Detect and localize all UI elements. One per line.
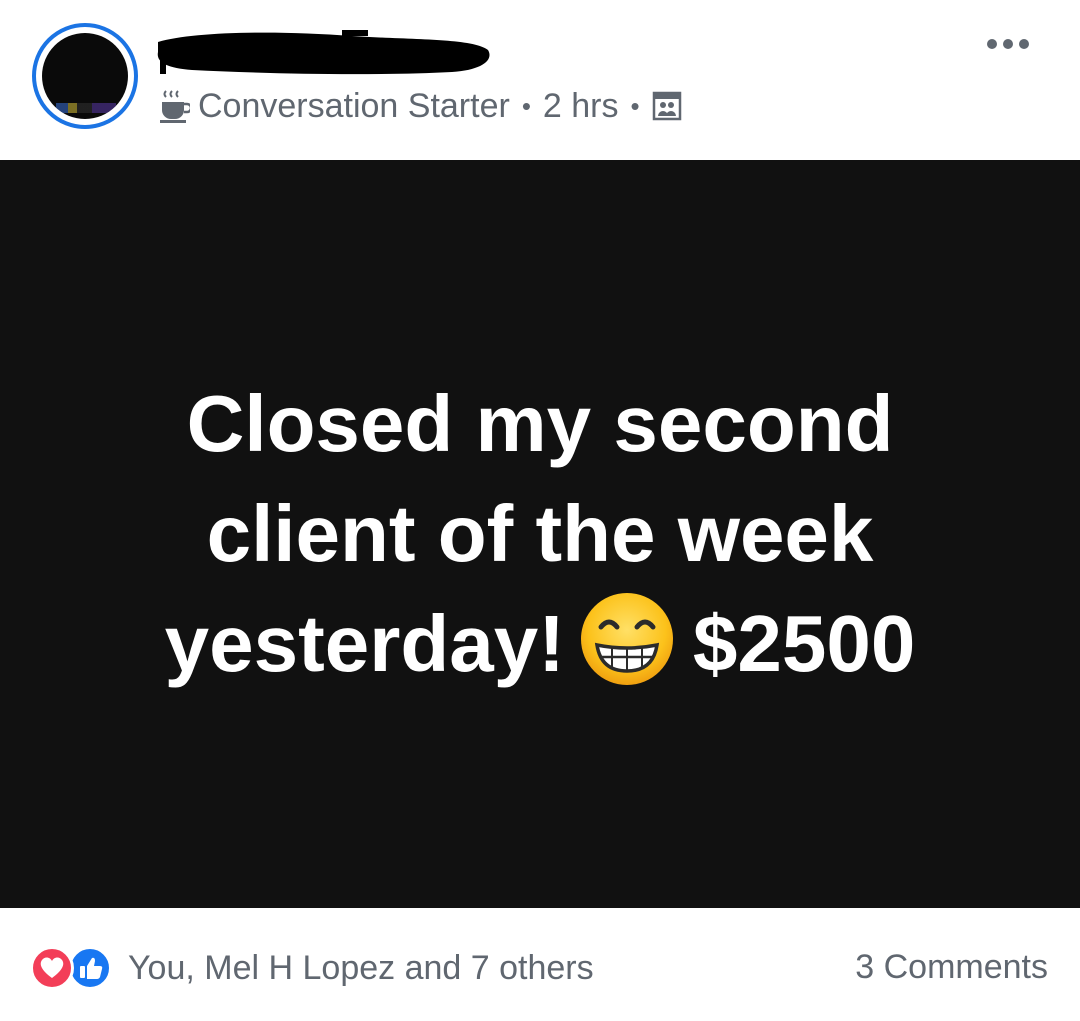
badge-label[interactable]: Conversation Starter <box>198 87 510 126</box>
separator-dot: • <box>630 90 640 121</box>
reactions-summary[interactable]: You, Mel H Lopez and 7 others <box>30 946 594 990</box>
post-footer: You, Mel H Lopez and 7 others 3 Comments <box>0 908 1080 1021</box>
post-card: Conversation Starter • 2 hrs • Closed my… <box>0 0 1080 1021</box>
status-line-1: Closed my second <box>186 379 894 468</box>
coffee-cup-icon <box>160 90 190 123</box>
profile-avatar-ring[interactable] <box>32 23 138 129</box>
post-meta: Conversation Starter • 2 hrs • <box>158 84 682 128</box>
status-line-3-start: yesterday! <box>164 599 565 688</box>
post-header: Conversation Starter • 2 hrs • <box>0 0 1080 160</box>
reaction-icons <box>30 946 122 990</box>
more-options-button[interactable] <box>978 26 1038 62</box>
post-time[interactable]: 2 hrs <box>543 87 619 126</box>
love-reaction-icon <box>30 946 74 990</box>
reactors-text[interactable]: You, Mel H Lopez and 7 others <box>128 949 594 988</box>
redaction-scribble <box>157 30 490 75</box>
status-line-3-end: $2500 <box>692 599 916 688</box>
group-members-icon[interactable] <box>652 91 682 121</box>
like-reaction-icon <box>68 946 112 990</box>
separator-dot: • <box>521 90 531 121</box>
avatar[interactable] <box>42 33 128 119</box>
grinning-face-with-smiling-eyes-icon <box>580 593 673 685</box>
comments-count[interactable]: 3 Comments <box>855 948 1048 987</box>
status-line-3: yesterday! $2500 <box>90 589 990 699</box>
author-name-redacted[interactable] <box>152 28 494 78</box>
status-line-2: client of the week <box>206 489 874 578</box>
more-options-icon <box>987 39 1029 49</box>
post-body[interactable]: Closed my second client of the week yest… <box>0 160 1080 908</box>
status-text: Closed my second client of the week yest… <box>90 369 990 699</box>
